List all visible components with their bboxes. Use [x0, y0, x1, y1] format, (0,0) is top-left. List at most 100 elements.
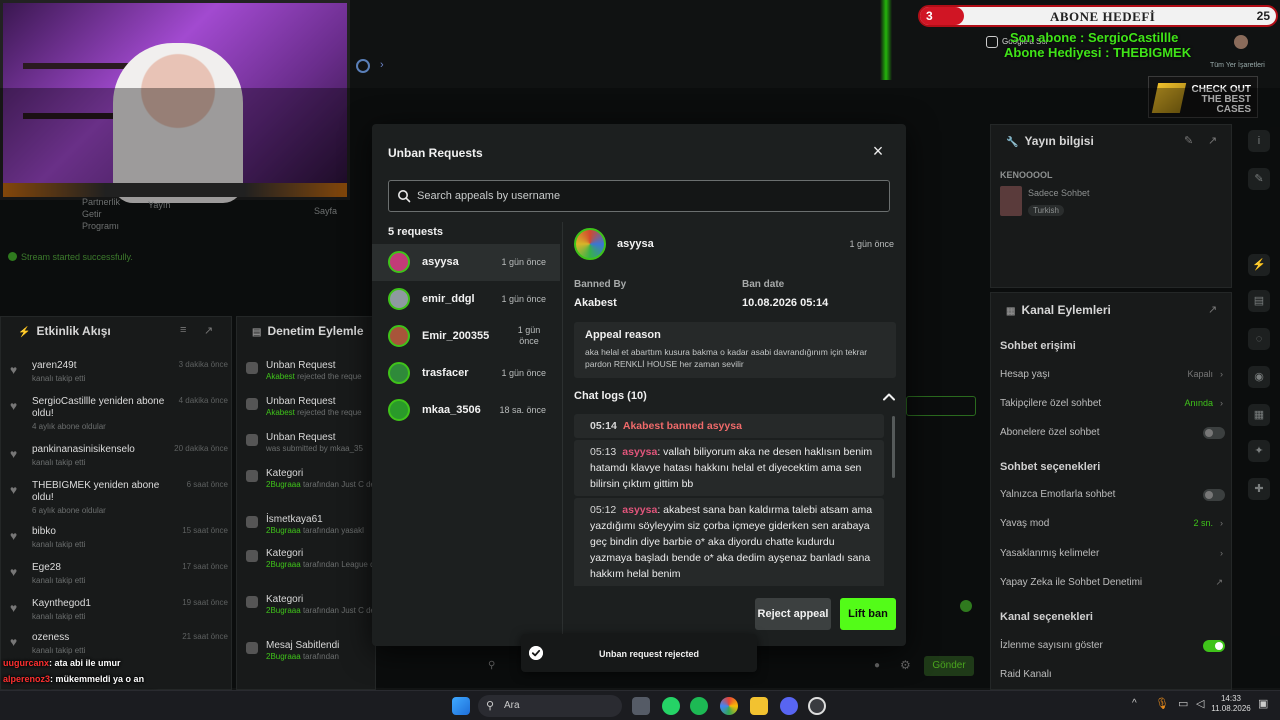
document-icon[interactable]: ▤ — [1248, 290, 1270, 312]
moderation-item[interactable]: Kategori 2Bugraaa tarafından Just C değiş… — [246, 594, 402, 628]
setting-ai-moderation[interactable]: Yapay Zeka ile Sohbet Denetimi ↗ — [1000, 577, 1225, 588]
chevron-up-icon[interactable] — [882, 390, 896, 404]
menu-item[interactable]: Yayın — [148, 200, 170, 210]
activity-item[interactable]: ♥ yaren249t kanalı takip etti 3 dakika önce — [8, 360, 228, 394]
close-icon[interactable]: × — [868, 142, 888, 162]
broadcast-icon[interactable]: ◉ — [1248, 366, 1270, 388]
language-tag: Turkish — [1028, 205, 1064, 216]
activity-item[interactable]: ♥ bibko kanalı takip etti 15 saat önce — [8, 526, 228, 560]
activity-item[interactable]: ♥ THEBIGMEK yeniden abone oldu! 6 aylık ab… — [8, 480, 228, 515]
popout-icon[interactable]: ↗ — [1208, 134, 1217, 147]
info-icon[interactable]: i — [1248, 130, 1270, 152]
notification-icon[interactable]: ▣ — [1258, 697, 1268, 710]
request-item[interactable]: emir_ddgl 1 gün önce — [372, 281, 560, 318]
lift-ban-button[interactable]: Lift ban — [840, 598, 896, 630]
chevron-up-icon[interactable]: ^ — [1132, 698, 1137, 709]
popout-icon[interactable]: ↗ — [204, 324, 213, 337]
toggle-switch[interactable] — [1203, 489, 1225, 501]
appeal-reason-title: Appeal reason — [585, 329, 661, 341]
category-thumbnail — [1000, 186, 1022, 216]
check-circle-icon — [529, 646, 543, 660]
taskbar-search[interactable]: ⚲ Ara — [478, 695, 622, 717]
request-item[interactable]: asyysa 1 gün önce — [372, 244, 560, 281]
server-icon[interactable]: ▦ — [1248, 404, 1270, 426]
forward-icon[interactable]: › — [380, 59, 384, 71]
activity-time: 3 dakika önce — [178, 360, 228, 369]
gear-icon[interactable]: ⚙ — [900, 658, 911, 672]
wrench-icon[interactable]: ✦ — [1248, 440, 1270, 462]
activity-item[interactable]: ♥ pankinanasinisikenselo kanalı takip etti… — [8, 444, 228, 478]
profile-avatar[interactable] — [1234, 35, 1248, 49]
moderation-detail: rejected the reque — [297, 372, 362, 381]
activity-item[interactable]: ♥ Ege28 kanalı takip etti 17 saat önce — [8, 562, 228, 596]
toggle-switch[interactable] — [1203, 427, 1225, 439]
setting-slow-mode[interactable]: Yavaş mod 2 sn. › — [1000, 518, 1225, 529]
check-circle-icon — [8, 252, 17, 261]
activity-item[interactable]: ♥ SergioCastillle yeniden abone oldu! 4 ay… — [8, 396, 228, 431]
activity-name: Kaynthegod1 — [32, 598, 91, 609]
moderation-item[interactable]: Unban Request Akabest rejected the reque — [246, 396, 374, 430]
pin-icon[interactable]: ⚲ — [488, 660, 495, 671]
log-username[interactable]: asyysa — [622, 446, 657, 458]
windows-start-icon[interactable] — [452, 697, 470, 715]
setting-label: Raid Kanalı — [1000, 669, 1052, 680]
microphone-icon[interactable]: 🎙 — [1155, 697, 1169, 710]
moderation-item[interactable]: Unban Request was submitted by mkaa_35 — [246, 432, 374, 466]
log-username[interactable]: asyysa — [622, 504, 657, 516]
puzzle-icon[interactable]: ✚ — [1248, 478, 1270, 500]
moderation-item[interactable]: İsmetkaya61 2Bugraaa tarafından yasakl — [246, 514, 374, 548]
bolt-icon[interactable]: ⚡ — [1248, 254, 1270, 276]
chat-bubble-icon[interactable]: ◌ — [1248, 328, 1270, 350]
search-input[interactable] — [411, 181, 881, 211]
pen-icon[interactable]: ✎ — [1248, 168, 1270, 190]
request-item[interactable]: trasfacer 1 gün önce — [372, 355, 560, 392]
setting-emote-only[interactable]: Yalnızca Emotlarla sohbet — [1000, 489, 1225, 501]
volume-icon[interactable]: ◁ — [1196, 697, 1204, 710]
edit-icon[interactable]: ✎ — [1184, 134, 1193, 147]
clock[interactable]: 14:33 11.08.2026 — [1210, 694, 1252, 714]
setting-raid-channel[interactable]: Raid Kanalı — [1000, 669, 1225, 680]
spotify-icon[interactable] — [690, 697, 708, 715]
whatsapp-icon[interactable] — [662, 697, 680, 715]
menu-item[interactable]: Sayfa — [314, 206, 337, 216]
search-field[interactable] — [388, 180, 890, 212]
send-button[interactable]: Gönder — [924, 656, 974, 676]
emote-icon[interactable]: ● — [874, 660, 880, 671]
activity-item[interactable]: ♥ Kaynthegod1 kanalı takip etti 19 saat önc… — [8, 598, 228, 632]
setting-followers-only[interactable]: Takipçilere özel sohbet Anında › — [1000, 398, 1225, 409]
file-explorer-icon[interactable] — [750, 697, 768, 715]
discord-icon[interactable] — [780, 697, 798, 715]
moderation-item[interactable]: Kategori 2Bugraaa tarafından Just C değiş… — [246, 468, 402, 502]
setting-banned-words[interactable]: Yasaklanmış kelimeler › — [1000, 548, 1225, 559]
moderation-item[interactable]: Mesaj Sabitlendi 2Bugraaa tarafından — [246, 640, 374, 674]
popout-icon[interactable]: ↗ — [1208, 303, 1217, 316]
obs-icon[interactable] — [808, 697, 826, 715]
appeal-reason-text: aka helal et abarttım kusura bakma o kad… — [585, 347, 868, 369]
setting-account-age[interactable]: Hesap yaşı Kapalı › — [1000, 369, 1225, 380]
action-icon — [246, 550, 258, 562]
heart-icon: ♥ — [10, 399, 18, 413]
chrome-icon[interactable] — [720, 697, 738, 715]
log-text: Akabest banned asyysa — [622, 420, 742, 432]
task-view-icon[interactable] — [632, 697, 650, 715]
request-count: 5 requests — [388, 226, 444, 238]
last-subscriber-text: Son abone : SergioCastillle — [1010, 30, 1179, 45]
partner-menu[interactable]: Partnerlik Getir Programı — [82, 196, 120, 232]
extension-icon[interactable] — [356, 59, 370, 73]
bookmarks-bar-item[interactable]: Tüm Yer İşaretleri — [1200, 60, 1280, 72]
network-icon[interactable]: ▭ — [1178, 697, 1188, 710]
reject-appeal-button[interactable]: Reject appeal — [755, 598, 831, 630]
request-item[interactable]: Emir_200355 1 gün önce — [372, 318, 560, 355]
request-item[interactable]: mkaa_3506 18 sa. önce — [372, 392, 560, 429]
moderation-actor: Akabest — [266, 372, 295, 381]
setting-subscribers-only[interactable]: Abonelere özel sohbet — [1000, 427, 1225, 439]
activity-feed-title: ⚡ Etkinlik Akışı — [18, 324, 111, 338]
avatar — [388, 251, 410, 273]
scrollbar[interactable] — [892, 416, 895, 478]
moderation-item[interactable]: Kategori 2Bugraaa tarafından League değiş… — [246, 548, 406, 582]
moderation-item[interactable]: Unban Request Akabest rejected the reque — [246, 360, 374, 394]
request-username: emir_ddgl — [422, 293, 475, 305]
setting-show-viewers[interactable]: İzlenme sayısını göster — [1000, 640, 1225, 652]
toggle-switch[interactable] — [1203, 640, 1225, 652]
filter-icon[interactable]: ≡ — [180, 324, 186, 336]
